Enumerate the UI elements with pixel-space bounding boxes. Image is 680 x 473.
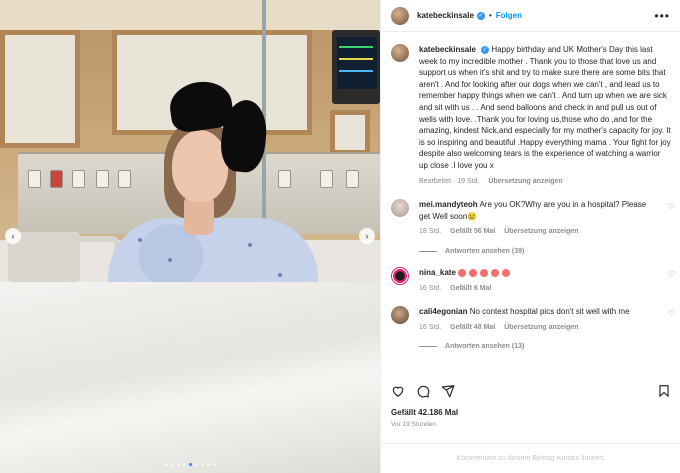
wall-outlet [96, 170, 109, 188]
emoji-icon [480, 268, 489, 277]
translate-link[interactable]: Übersetzung anzeigen [504, 228, 578, 235]
ceiling [0, 0, 380, 30]
comment-time: 16 Std. [419, 323, 442, 331]
action-bar [391, 380, 671, 404]
caption-username[interactable]: katebeckinsale [419, 45, 476, 54]
translate-link[interactable]: Übersetzung anzeigen [488, 178, 562, 185]
avatar[interactable] [391, 199, 409, 218]
view-replies-button[interactable]: Antworten ansehen (39) [419, 248, 680, 255]
next-image-button[interactable]: › [359, 228, 375, 244]
likes-count[interactable]: Gefällt 42.186 Mal [391, 408, 458, 417]
wall-outlet [72, 170, 85, 188]
comments-limited-notice: Kommentare zu diesem Beitrag wurden limi… [381, 443, 680, 473]
chevron-right-icon: › [365, 231, 369, 241]
heart-icon[interactable] [391, 384, 405, 398]
carousel-dot [206, 463, 210, 466]
face [172, 130, 228, 202]
comment-icon[interactable] [416, 384, 430, 398]
heart-icon[interactable]: ♡ [668, 270, 675, 279]
post-panel: katebeckinsale ✓ • Folgen ••• katebeckin… [380, 0, 680, 473]
carousel-dot [164, 463, 168, 466]
carousel-indicator [0, 463, 380, 466]
comment-username[interactable]: nina_kate [419, 268, 456, 277]
blanket [0, 282, 380, 473]
verified-icon: ✓ [481, 45, 490, 54]
comment-time: 18 Std. [419, 228, 442, 236]
window-frame [330, 110, 370, 155]
post-viewer: ‹ › katebeckinsale ✓ • Folgen ••• katebe… [0, 0, 680, 473]
separator: • [488, 11, 492, 20]
replies-label: Antworten ansehen (39) [445, 247, 525, 255]
iv-pole [262, 0, 266, 220]
heart-icon[interactable]: ♡ [668, 202, 675, 211]
follow-button[interactable]: Folgen [496, 11, 522, 20]
wall-outlet [28, 170, 41, 188]
chevron-left-icon: ‹ [11, 231, 15, 241]
avatar[interactable] [391, 6, 409, 25]
more-icon[interactable]: ••• [654, 9, 670, 23]
edited-label: Bearbeitet [419, 177, 451, 185]
translate-link[interactable]: Übersetzung anzeigen [504, 324, 578, 331]
post-header: katebeckinsale ✓ • Folgen ••• [381, 0, 680, 32]
caption: katebeckinsale ✓ Happy birthday and UK M… [381, 32, 680, 187]
carousel-dot [200, 463, 204, 466]
wall-outlet [50, 170, 63, 188]
emoji-icon [502, 268, 511, 277]
carousel-dot [188, 463, 192, 466]
emoji-icon [469, 268, 478, 277]
comment-item: mei.mandyteoh Are you OK?Why are you in … [381, 199, 680, 238]
carousel-dot [176, 463, 180, 466]
carousel-dot [194, 463, 198, 466]
username-link[interactable]: katebeckinsale [417, 11, 474, 20]
comment-likes[interactable]: Gefällt 56 Mal [450, 228, 495, 235]
comment-time: 16 Std. [419, 284, 442, 292]
comment-likes[interactable]: Gefällt 48 Mal [450, 324, 495, 331]
window-frame [0, 30, 80, 148]
comment-likes[interactable]: Gefällt 6 Mal [450, 285, 491, 292]
view-replies-button[interactable]: Antworten ansehen (13) [419, 343, 680, 350]
wall-outlet [320, 170, 333, 188]
carousel-dot [212, 463, 216, 466]
comment-item: nina_kate 16 Std. Gefällt 6 Mal ♡ [381, 266, 680, 294]
prev-image-button[interactable]: ‹ [5, 228, 21, 244]
save-icon[interactable] [657, 384, 671, 398]
comment-username[interactable]: mei.mandyteoh [419, 200, 478, 209]
post-media[interactable]: ‹ › [0, 0, 380, 473]
carousel-dot [182, 463, 186, 466]
share-icon[interactable] [441, 384, 455, 398]
vital-monitor [332, 30, 380, 104]
emoji-icon [491, 268, 500, 277]
comment-text [458, 268, 513, 277]
comment-text: No context hospital pics don't sit well … [469, 307, 630, 317]
wall-outlet [278, 170, 291, 188]
emoji-icon [458, 268, 467, 277]
comments-list[interactable]: katebeckinsale ✓ Happy birthday and UK M… [381, 32, 680, 372]
comments-limited-text: Kommentare zu diesem Beitrag wurden limi… [456, 455, 606, 462]
avatar[interactable] [391, 306, 409, 325]
avatar[interactable] [391, 266, 409, 285]
carousel-dot [170, 463, 174, 466]
wall-outlet [118, 170, 131, 188]
caption-text: Happy birthday and UK Mother's Day this … [419, 45, 671, 170]
comment-item: cali4egonian No context hospital pics do… [381, 306, 680, 333]
post-time: Vor 19 Stunden [391, 421, 436, 428]
replies-label: Antworten ansehen (13) [445, 343, 525, 351]
verified-icon: ✓ [476, 11, 485, 20]
wall-outlet [346, 170, 359, 188]
heart-icon[interactable]: ♡ [668, 309, 675, 318]
caption-time: 19 Std. [457, 177, 480, 185]
avatar[interactable] [391, 44, 409, 62]
comment-username[interactable]: cali4egonian [419, 307, 467, 316]
